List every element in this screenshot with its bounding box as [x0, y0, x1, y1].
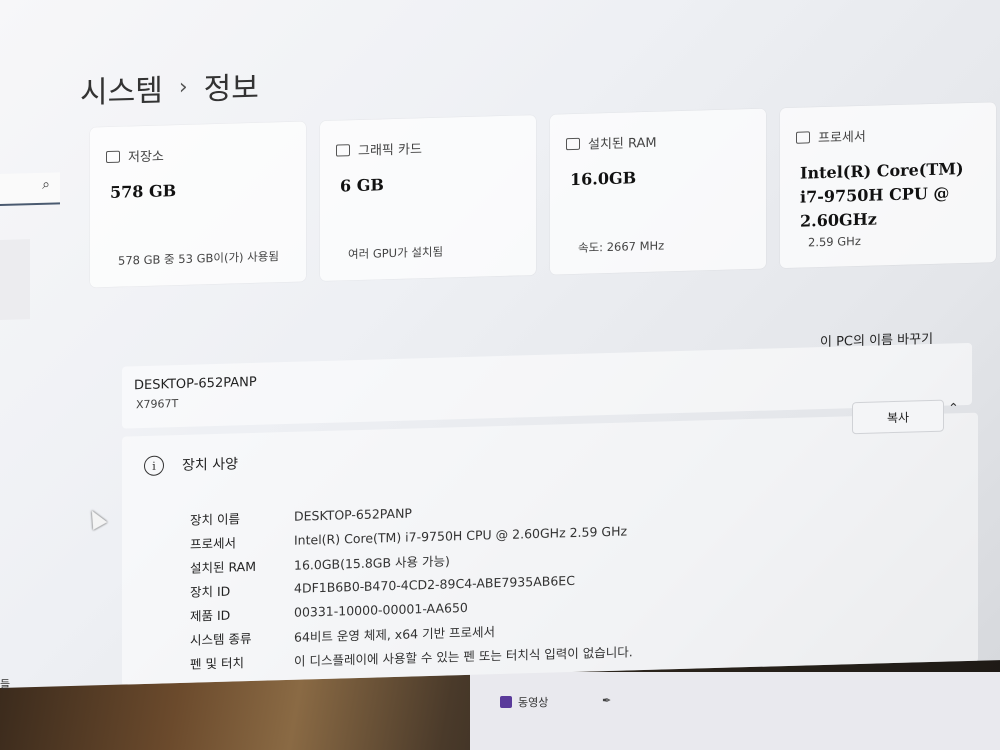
copy-button[interactable]: 복사	[852, 399, 944, 435]
card-header: 설치된 RAM	[566, 132, 657, 154]
page-title: 정보	[203, 70, 259, 108]
spec-value: 4DF1B6B0-B470-4CD2-89C4-ABE7935AB6EC	[294, 572, 575, 596]
spec-key: 펜 및 터치	[190, 654, 244, 672]
spec-key: 장치 ID	[190, 583, 231, 600]
chevron-right-icon: ›	[178, 74, 188, 100]
processor-icon	[796, 130, 810, 144]
search-input[interactable]: ⌕	[0, 172, 60, 206]
breadcrumb-parent[interactable]: 시스템	[80, 65, 163, 111]
spec-value: 00331-10000-00001-AA650	[294, 599, 468, 620]
device-name: DESKTOP-652PANP	[134, 374, 257, 394]
graphics-card-icon	[336, 143, 350, 157]
card-subtext: 578 GB 중 53 GB이(가) 사용됨	[118, 249, 279, 268]
sidebar-edge	[0, 239, 30, 320]
spec-key: 제품 ID	[190, 607, 231, 624]
spec-cards: 저장소 578 GB 578 GB 중 53 GB이(가) 사용됨 그래픽 카드…	[90, 102, 996, 288]
processor-card[interactable]: 프로세서 Intel(R) Core(TM) i7-9750H CPU @ 2.…	[780, 102, 996, 269]
mouse-cursor-icon	[84, 506, 108, 531]
spec-value: 64비트 운영 체제, x64 기반 프로세서	[294, 623, 496, 645]
pin-icon[interactable]: ✒	[602, 694, 611, 707]
device-specs-panel: 복사 ⌃ i 장치 사양 장치 이름 DESKTOP-652PANP 프로세서 …	[122, 399, 978, 687]
settings-window: 시스템 › 정보 ⌕ 저장소 578 GB 578 GB 중 53 GB이(가)…	[0, 0, 1000, 689]
card-label: 프로세서	[818, 129, 866, 147]
card-label: 그래픽 카드	[358, 142, 422, 160]
device-model: X7967T	[136, 397, 179, 412]
spec-key: 장치 이름	[190, 510, 240, 528]
spec-key: 프로세서	[190, 534, 237, 552]
storage-icon	[106, 150, 120, 163]
chevron-up-icon[interactable]: ⌃	[948, 401, 959, 416]
card-subtext: 속도: 2667 MHz	[578, 238, 665, 255]
spec-value: DESKTOP-652PANP	[294, 504, 412, 524]
ram-icon	[566, 137, 580, 150]
sidebar-stub-label: 들	[0, 678, 11, 691]
spec-table: 장치 이름 DESKTOP-652PANP 프로세서 Intel(R) Core…	[190, 494, 633, 674]
card-subtext: 2.59 GHz	[808, 233, 861, 250]
ram-card[interactable]: 설치된 RAM 16.0GB 속도: 2667 MHz	[550, 108, 766, 275]
specs-header[interactable]: i 장치 사양	[144, 453, 238, 476]
spec-value: 16.0GB(15.8GB 사용 가능)	[294, 552, 450, 573]
card-label: 설치된 RAM	[588, 135, 657, 153]
start-menu-peek	[470, 672, 1000, 750]
graphics-card-card[interactable]: 그래픽 카드 6 GB 여러 GPU가 설치됨	[320, 115, 536, 282]
card-label: 저장소	[128, 149, 164, 166]
card-value: 6 GB	[340, 175, 384, 196]
info-icon: i	[144, 455, 164, 476]
storage-card[interactable]: 저장소 578 GB 578 GB 중 53 GB이(가) 사용됨	[90, 121, 306, 288]
spec-key: 설치된 RAM	[190, 558, 256, 576]
card-value: 16.0GB	[570, 168, 637, 190]
card-header: 그래픽 카드	[336, 138, 422, 159]
specs-title: 장치 사양	[182, 456, 238, 474]
breadcrumb: 시스템 › 정보	[80, 63, 259, 112]
card-value: 578 GB	[110, 181, 177, 202]
search-icon[interactable]: ⌕	[42, 177, 50, 193]
start-menu-item-videos[interactable]: 동영상	[500, 694, 548, 710]
card-value: Intel(R) Core(TM) i7-9750H CPU @ 2.60GHz	[800, 159, 964, 231]
start-menu-item-label: 동영상	[518, 696, 549, 709]
video-folder-icon	[500, 696, 512, 708]
spec-key: 시스템 종류	[190, 630, 252, 648]
card-header: 저장소	[106, 145, 164, 166]
card-subtext: 여러 GPU가 설치됨	[348, 244, 444, 262]
card-header: 프로세서	[796, 126, 866, 147]
